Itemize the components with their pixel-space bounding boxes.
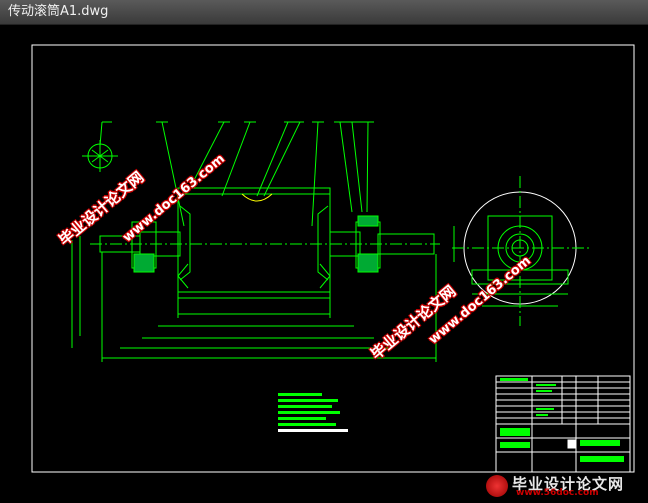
section-detail (82, 140, 118, 172)
drawing-border (31, 44, 635, 473)
shaft (90, 231, 440, 257)
cad-drawing[interactable] (2, 26, 646, 501)
title-bar[interactable]: 传动滚筒A1.dwg (0, 0, 648, 25)
logo-url: www.56doc.com (516, 488, 599, 498)
window-title: 传动滚筒A1.dwg (8, 4, 109, 19)
cad-window: 传动滚筒A1.dwg 毕业设计论文网 www.doc163.com 毕业设计论文… (0, 0, 648, 503)
site-logo: 毕业设计论文网 www.56doc.com (482, 473, 642, 499)
logo-mark-icon (486, 475, 508, 497)
technical-notes (278, 393, 348, 432)
drum-body (177, 187, 331, 299)
drawing-canvas[interactable]: 毕业设计论文网 www.doc163.com 毕业设计论文网 www.doc16… (2, 26, 646, 501)
